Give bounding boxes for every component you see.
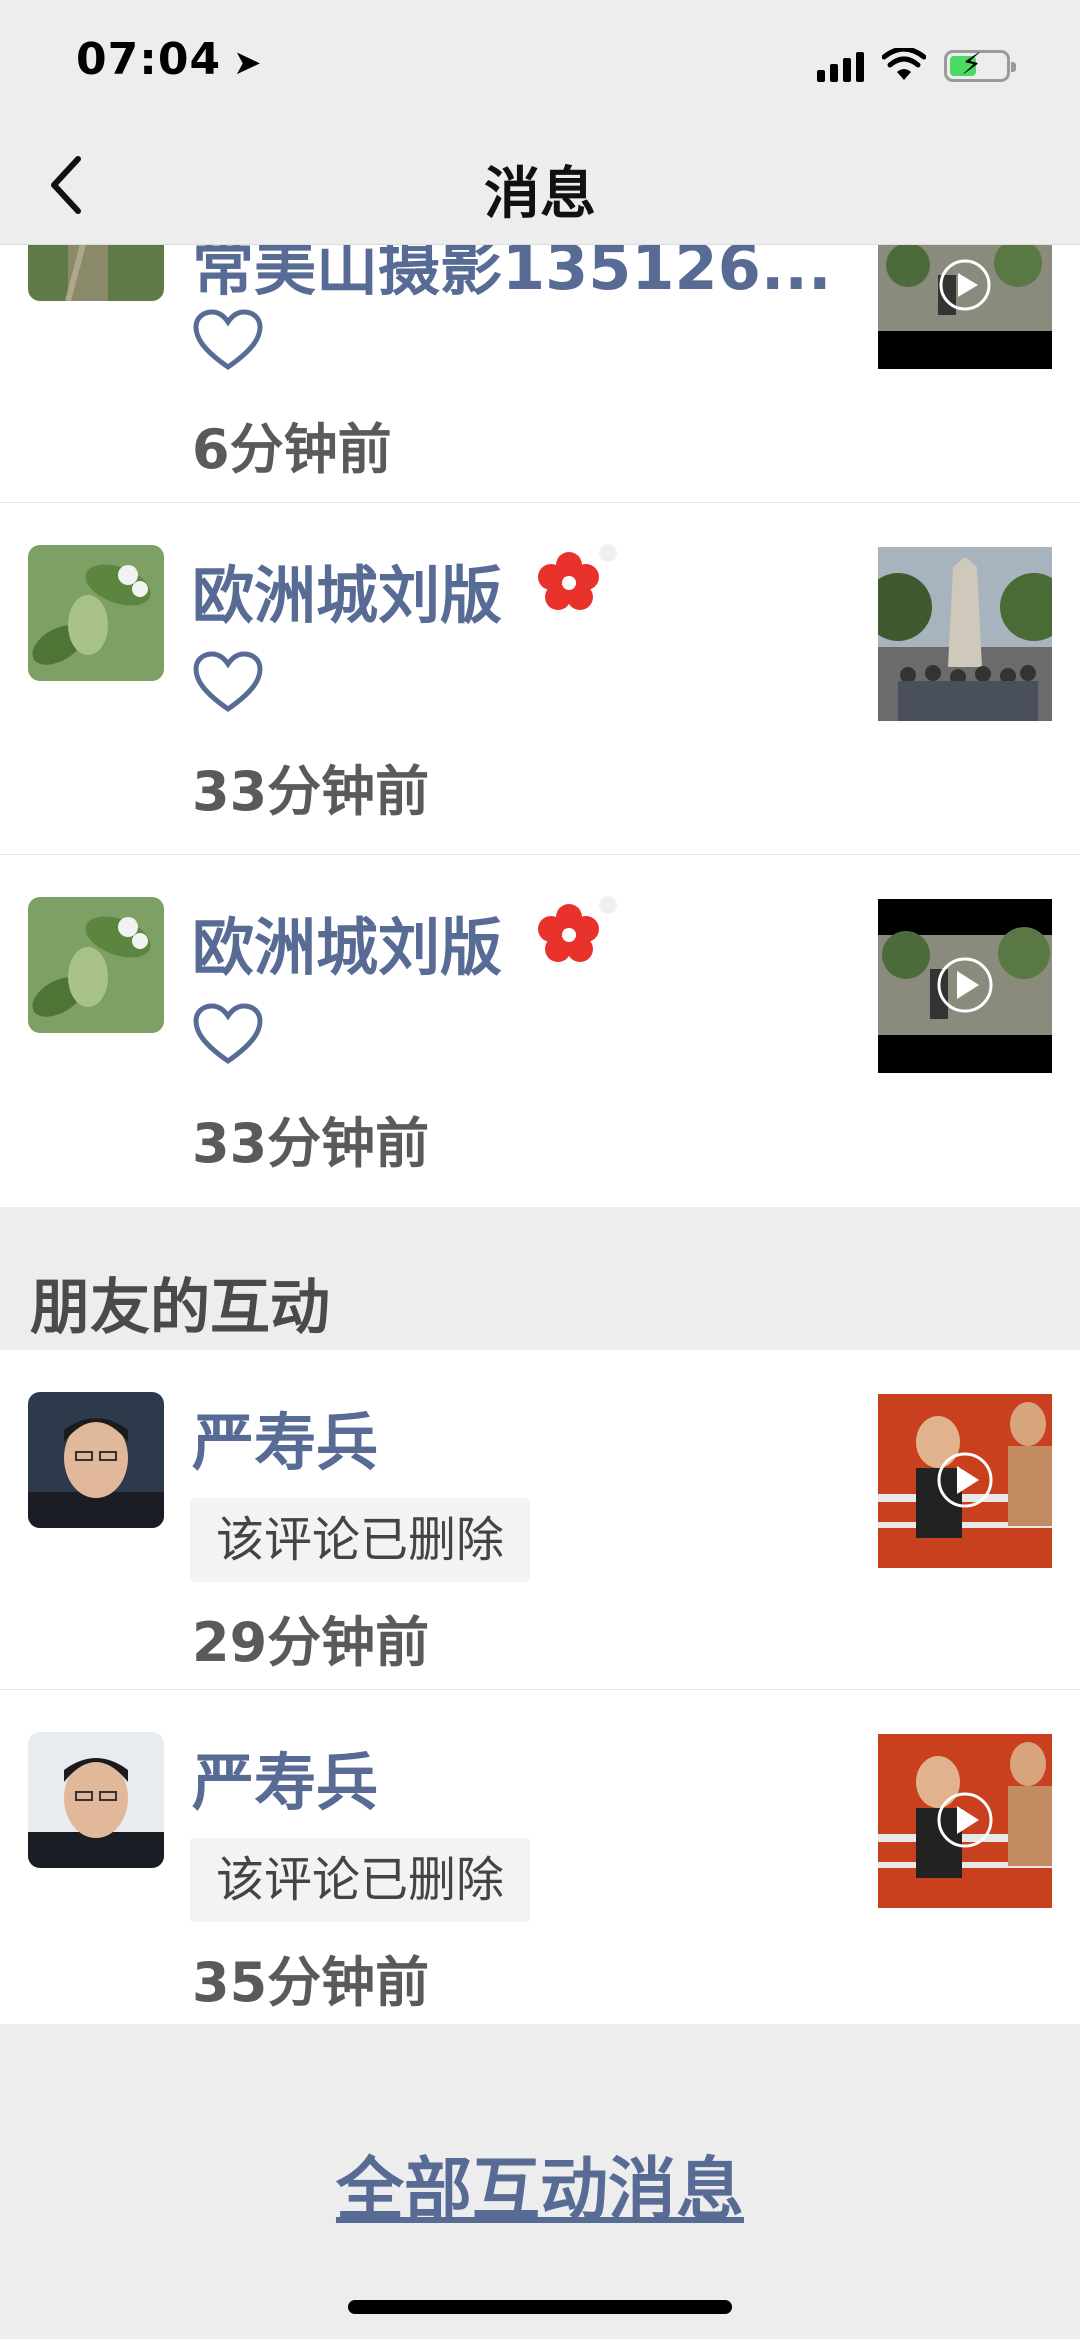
page-title: 消息 bbox=[484, 162, 596, 227]
sender-name[interactable]: 欧洲城刘版 bbox=[192, 545, 502, 635]
sender-name[interactable]: 严寿兵 bbox=[192, 1732, 378, 1822]
section-header: 朋友的互动 bbox=[0, 1207, 1080, 1350]
home-indicator[interactable] bbox=[348, 2300, 732, 2314]
avatar[interactable] bbox=[28, 897, 164, 1033]
deleted-comment-label: 该评论已删除 bbox=[190, 1838, 531, 1922]
message-item[interactable]: 欧洲城刘版 33分钟前 bbox=[0, 855, 1080, 1207]
friend-interaction-item[interactable]: 严寿兵 该评论已删除 35分钟前 bbox=[0, 1690, 1080, 2030]
section-title: 朋友的互动 bbox=[30, 1273, 330, 1343]
cellular-signal-icon bbox=[817, 50, 864, 82]
status-icons: ⚡ bbox=[817, 42, 1016, 82]
status-time: 07:04 ➤ bbox=[76, 34, 263, 85]
flower-emoji-icon bbox=[538, 896, 617, 962]
status-time-text: 07:04 bbox=[76, 34, 222, 85]
heart-icon bbox=[193, 651, 263, 713]
message-item[interactable]: 常美山摄影135126... 6分钟前 bbox=[0, 165, 1080, 503]
message-time: 33分钟前 bbox=[192, 760, 430, 823]
charging-bolt-icon: ⚡ bbox=[961, 47, 983, 82]
sender-name[interactable]: 欧洲城刘版 bbox=[192, 897, 502, 987]
avatar[interactable] bbox=[28, 1732, 164, 1868]
heart-icon bbox=[193, 309, 263, 371]
message-time: 29分钟前 bbox=[192, 1611, 430, 1674]
video-thumbnail[interactable] bbox=[878, 245, 1052, 369]
avatar[interactable] bbox=[28, 545, 164, 681]
message-item[interactable]: 欧洲城刘版 33分钟前 bbox=[0, 503, 1080, 855]
message-time: 35分钟前 bbox=[192, 1951, 430, 2014]
avatar[interactable] bbox=[28, 1392, 164, 1528]
footer: 全部互动消息 bbox=[0, 2024, 1080, 2339]
battery-icon: ⚡ bbox=[944, 47, 1016, 82]
video-thumbnail[interactable] bbox=[878, 899, 1052, 1073]
friend-interaction-item[interactable]: 严寿兵 该评论已删除 29分钟前 bbox=[0, 1350, 1080, 1690]
flower-emoji-icon bbox=[538, 544, 617, 610]
heart-icon bbox=[193, 1003, 263, 1065]
deleted-comment-label: 该评论已删除 bbox=[190, 1498, 531, 1582]
message-time: 6分钟前 bbox=[192, 418, 392, 481]
video-thumbnail[interactable] bbox=[878, 1734, 1052, 1908]
status-bar: 07:04 ➤ ⚡ bbox=[0, 0, 1080, 125]
wifi-icon bbox=[882, 48, 926, 80]
nav-bar: 消息 bbox=[0, 125, 1080, 245]
message-time: 33分钟前 bbox=[192, 1112, 430, 1175]
photo-thumbnail[interactable] bbox=[878, 547, 1052, 721]
message-list: 常美山摄影135126... 6分钟前 欧洲城刘版 33分钟前 欧洲城刘版 33… bbox=[0, 165, 1080, 2030]
location-arrow-icon: ➤ bbox=[233, 43, 263, 83]
all-interactions-link[interactable]: 全部互动消息 bbox=[0, 2134, 1080, 2233]
video-thumbnail[interactable] bbox=[878, 1394, 1052, 1568]
sender-name[interactable]: 严寿兵 bbox=[192, 1392, 378, 1482]
